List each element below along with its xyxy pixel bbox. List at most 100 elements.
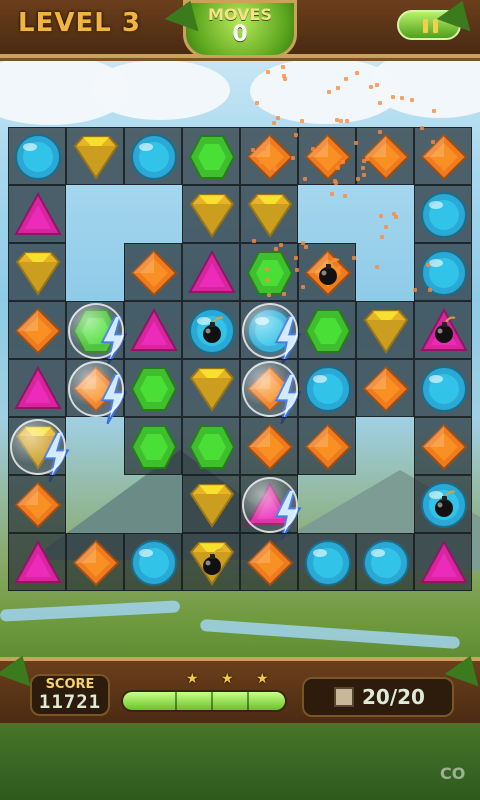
board-cell[interactable] xyxy=(298,417,356,475)
empty-cell xyxy=(356,475,414,533)
blue-gem-icon xyxy=(419,190,469,240)
board-cell[interactable] xyxy=(182,301,240,359)
gold-gem-icon xyxy=(187,364,237,414)
sparkle xyxy=(420,125,425,130)
board-cell[interactable] xyxy=(414,185,472,243)
board-cell[interactable] xyxy=(356,301,414,359)
board-cell[interactable] xyxy=(298,127,356,185)
bubble-icon xyxy=(242,361,298,417)
board-cell[interactable] xyxy=(8,359,66,417)
board-cell[interactable] xyxy=(240,301,302,366)
board-cell[interactable] xyxy=(8,301,66,359)
magenta-gem-icon xyxy=(419,306,469,356)
board-cell[interactable] xyxy=(298,359,356,417)
board-cell[interactable] xyxy=(240,127,298,185)
board-cell[interactable] xyxy=(298,301,356,359)
board-cell[interactable] xyxy=(124,127,182,185)
board-cell[interactable] xyxy=(8,185,66,243)
sparkle xyxy=(391,95,396,100)
board-cell[interactable] xyxy=(66,127,124,185)
board-cell[interactable] xyxy=(124,301,182,359)
board-cell[interactable] xyxy=(240,533,298,591)
sparkle xyxy=(265,278,270,283)
sparkle xyxy=(282,73,287,78)
board-cell[interactable] xyxy=(8,475,66,533)
cloud xyxy=(90,60,230,120)
sparkle xyxy=(377,101,382,106)
sparkle xyxy=(265,69,270,74)
board-cell[interactable] xyxy=(240,185,298,243)
gold-gem-icon xyxy=(187,538,237,588)
board-cell[interactable] xyxy=(8,243,66,301)
board-cell[interactable] xyxy=(182,127,240,185)
sparkle xyxy=(336,265,341,270)
sparkle xyxy=(266,292,271,297)
bubble-icon xyxy=(10,419,66,475)
blue-gem-icon xyxy=(129,132,179,182)
orange-gem-icon xyxy=(245,132,295,182)
score-progress-bar xyxy=(121,690,287,712)
board-cell[interactable] xyxy=(240,417,298,475)
board-cell[interactable] xyxy=(182,417,240,475)
star-icon: ★ xyxy=(186,671,199,687)
board-cell[interactable] xyxy=(66,301,128,366)
board-cell[interactable] xyxy=(414,243,472,301)
empty-cell xyxy=(66,417,124,475)
board-cell[interactable] xyxy=(240,359,302,424)
board-cell[interactable] xyxy=(8,127,66,185)
level-label: LEVEL xyxy=(18,8,112,38)
sparkle xyxy=(428,288,433,293)
river xyxy=(0,600,181,622)
board-cell[interactable] xyxy=(66,359,128,424)
board-cell[interactable] xyxy=(124,359,182,417)
pause-icon xyxy=(433,19,438,33)
empty-cell xyxy=(66,475,124,533)
board-cell[interactable] xyxy=(182,475,240,533)
sparkle xyxy=(272,167,277,172)
river xyxy=(199,618,461,650)
board-cell[interactable] xyxy=(182,185,240,243)
board-cell[interactable] xyxy=(414,127,472,185)
orange-gem-icon xyxy=(13,480,63,530)
board-cell[interactable] xyxy=(298,243,356,301)
watermark: CO xyxy=(440,764,466,783)
empty-cell xyxy=(298,475,356,533)
board-cell[interactable] xyxy=(124,243,182,301)
board-cell[interactable] xyxy=(356,359,414,417)
board-cell[interactable] xyxy=(124,417,182,475)
empty-cell xyxy=(356,185,414,243)
board-cell[interactable] xyxy=(182,533,240,591)
green-gem-icon xyxy=(187,132,237,182)
board-cell[interactable] xyxy=(356,533,414,591)
board-cell[interactable] xyxy=(414,475,472,533)
board-cell[interactable] xyxy=(66,533,124,591)
sparkle xyxy=(251,147,256,152)
green-gem-icon xyxy=(129,364,179,414)
board-cell[interactable] xyxy=(8,417,70,482)
sparkle xyxy=(304,244,309,249)
bubble-icon xyxy=(68,361,124,417)
pause-icon xyxy=(423,19,428,33)
board-cell[interactable] xyxy=(124,533,182,591)
magenta-gem-icon xyxy=(419,538,469,588)
board-cell[interactable] xyxy=(182,243,240,301)
board-cell[interactable] xyxy=(414,301,472,359)
empty-cell xyxy=(124,475,182,533)
board-cell[interactable] xyxy=(414,533,472,591)
board-cell[interactable] xyxy=(414,359,472,417)
sparkle xyxy=(282,291,287,296)
sparkle xyxy=(344,119,349,124)
board-cell[interactable] xyxy=(8,533,66,591)
gold-gem-icon xyxy=(361,306,411,356)
sparkle xyxy=(343,76,348,81)
gold-gem-icon xyxy=(187,480,237,530)
board-cell[interactable] xyxy=(298,533,356,591)
board-cell[interactable] xyxy=(414,417,472,475)
empty-cell xyxy=(66,185,124,243)
orange-gem-icon xyxy=(303,422,353,472)
sparkle xyxy=(293,256,298,261)
score-value: 11721 xyxy=(38,691,102,713)
empty-cell xyxy=(124,185,182,243)
board-cell[interactable] xyxy=(240,475,302,540)
board-cell[interactable] xyxy=(182,359,240,417)
